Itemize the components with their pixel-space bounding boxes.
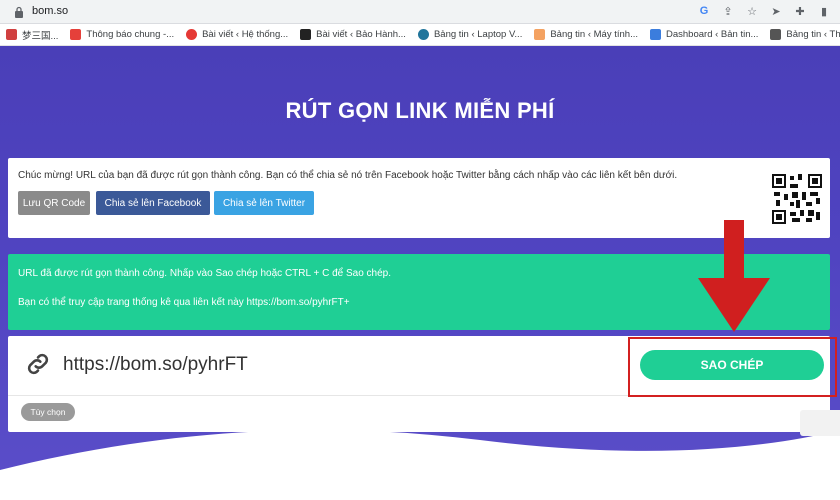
- lock-icon: [15, 6, 23, 18]
- bookmark-item[interactable]: Bảng tin ‹ Máy tính...: [528, 29, 644, 40]
- highlight-box: [628, 337, 837, 397]
- share-twitter-button[interactable]: Chia sẻ lên Twitter: [214, 191, 314, 215]
- bookmark-favicon-icon: [6, 29, 17, 40]
- wordpress-icon: [417, 29, 429, 40]
- bookmark-favicon-icon: [70, 29, 82, 40]
- menu-icon[interactable]: ▮: [816, 3, 832, 19]
- star-icon[interactable]: ☆: [744, 3, 760, 19]
- bookmark-item[interactable]: Bài viết ‹ Hệ thống...: [180, 29, 294, 40]
- bookmark-item[interactable]: Thông báo chung -...: [64, 29, 180, 40]
- save-qr-button[interactable]: Lưu QR Code: [18, 191, 90, 215]
- stats-link-text[interactable]: Bạn có thể truy cập trang thống kê qua l…: [18, 297, 350, 308]
- bookmark-item[interactable]: Dashboard ‹ Bản tin...: [644, 29, 764, 40]
- link-icon: [27, 353, 49, 375]
- bookmark-favicon-icon: [534, 29, 546, 40]
- arrow-down-icon: [698, 220, 770, 332]
- bookmark-favicon-icon: [300, 29, 312, 40]
- qr-code-icon: [772, 174, 822, 224]
- bookmark-item[interactable]: Bài viết ‹ Bảo Hành...: [294, 29, 412, 40]
- extension-cursor-icon[interactable]: ➤: [768, 3, 784, 19]
- bookmark-item[interactable]: Bảng tin ‹ Laptop V...: [412, 29, 528, 40]
- page-title: RÚT GỌN LINK MIỄN PHÍ: [285, 98, 555, 123]
- browser-address-bar[interactable]: bom.so G ⇪ ☆ ➤ ✚ ▮: [0, 0, 840, 24]
- puzzle-icon[interactable]: ✚: [792, 3, 808, 19]
- google-icon[interactable]: G: [696, 3, 712, 19]
- bookmark-favicon-icon: [650, 29, 661, 40]
- side-widget[interactable]: [800, 410, 840, 436]
- bookmark-item[interactable]: Bảng tin ‹ Thủ thuậ...: [764, 29, 840, 40]
- share-icon[interactable]: ⇪: [720, 3, 736, 19]
- bookmarks-bar: 梦三国... Thông báo chung -... Bài viết ‹ H…: [0, 24, 840, 46]
- bookmark-favicon-icon: [770, 29, 782, 40]
- success-message: Chúc mừng! URL của bạn đã được rút gọn t…: [18, 170, 678, 181]
- page-body: RÚT GỌN LINK MIỄN PHÍ Chúc mừng! URL của…: [0, 46, 840, 500]
- options-button[interactable]: Tùy chọn: [21, 403, 75, 421]
- share-facebook-button[interactable]: Chia sẻ lên Facebook: [96, 191, 210, 215]
- bookmark-item[interactable]: 梦三国...: [0, 28, 64, 42]
- bookmark-favicon-icon: [186, 29, 198, 40]
- address-url[interactable]: bom.so: [32, 5, 68, 17]
- short-url-text[interactable]: https://bom.so/pyhrFT: [63, 354, 248, 376]
- copy-instruction: URL đã được rút gọn thành công. Nhấp vào…: [18, 268, 392, 279]
